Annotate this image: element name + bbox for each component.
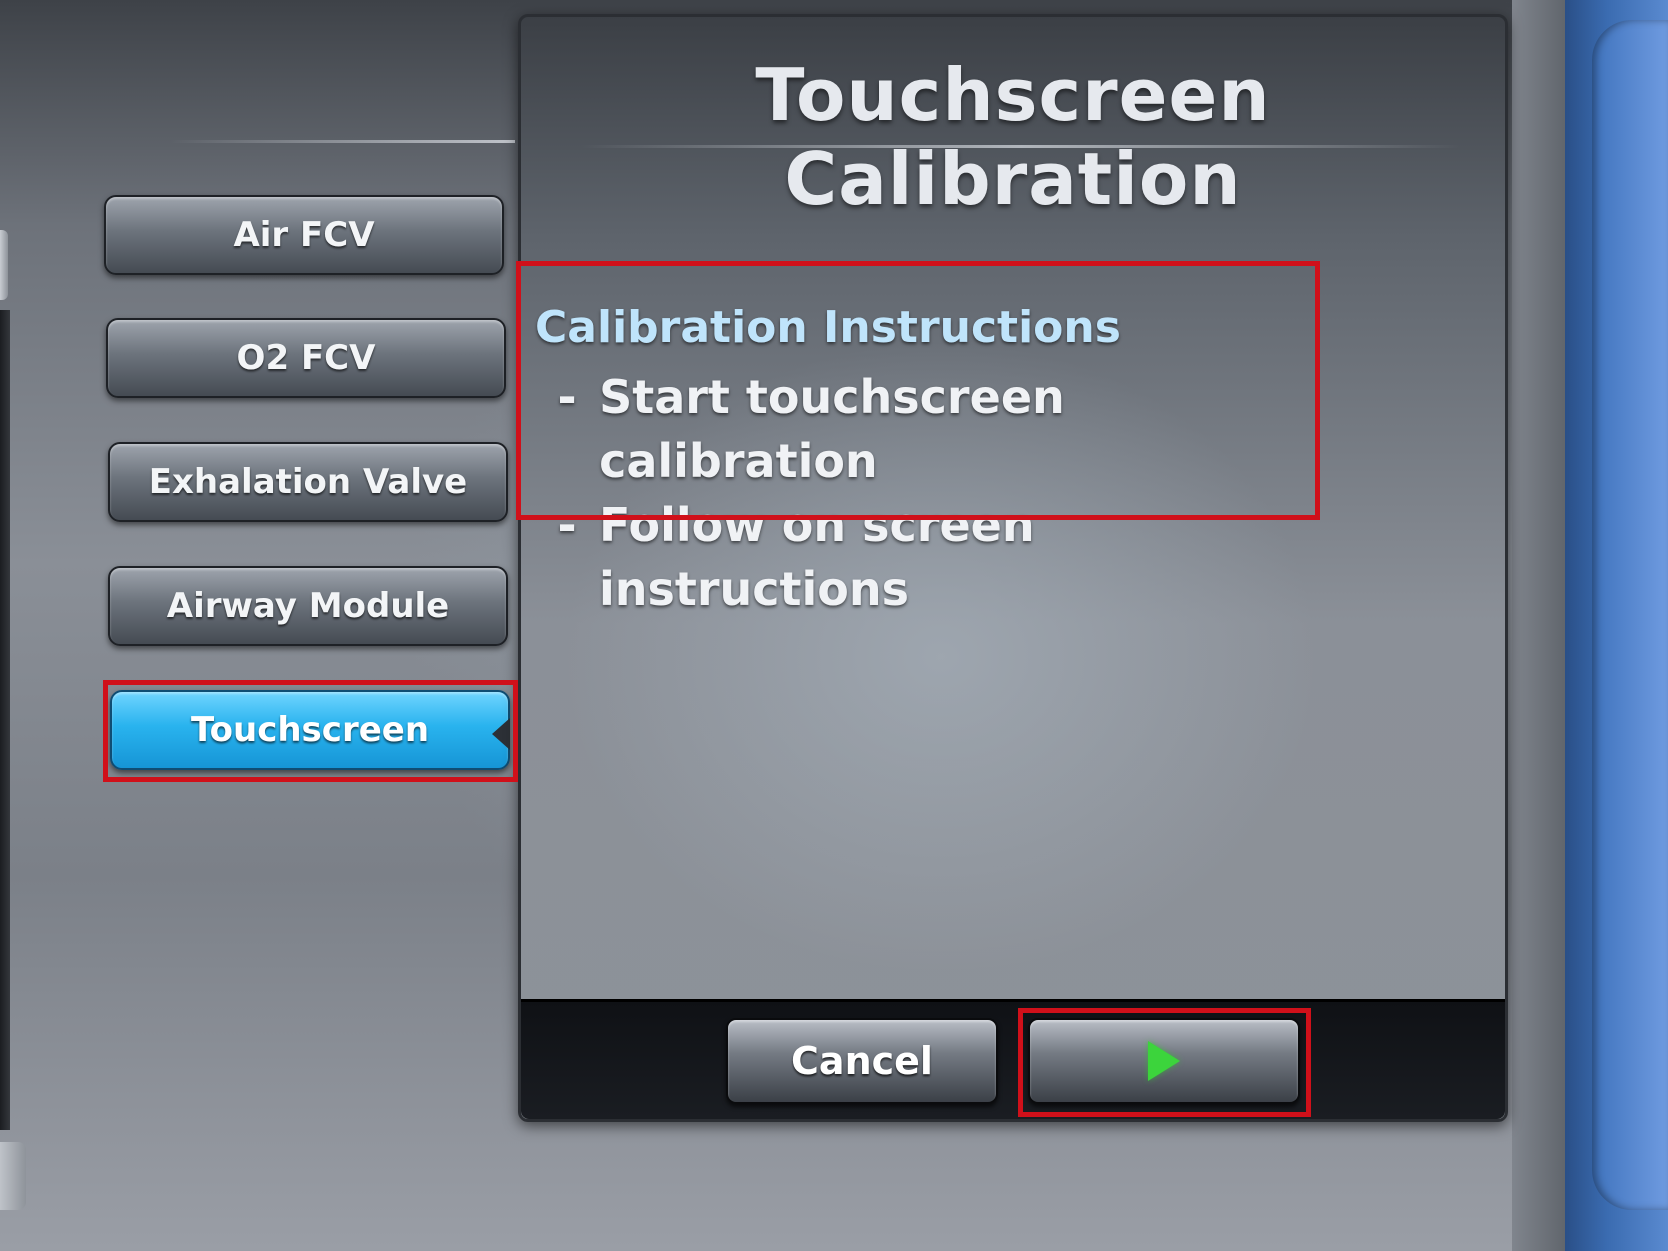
dialog-button-bar: Cancel <box>521 999 1505 1119</box>
cancel-button[interactable]: Cancel <box>726 1018 998 1104</box>
right-blue-panel-button[interactable] <box>1592 20 1668 1210</box>
header-divider <box>170 140 515 143</box>
sidebar-item-label: Exhalation Valve <box>148 462 468 502</box>
left-edge-tab <box>0 230 8 300</box>
sidebar-item-label: Touchscreen <box>190 710 430 750</box>
sidebar-item-air-fcv[interactable]: Air FCV <box>104 195 504 275</box>
cancel-button-label: Cancel <box>791 1039 933 1083</box>
instruction-step-text: Follow on screen instructions <box>598 498 1035 616</box>
sidebar-item-airway-module[interactable]: Airway Module <box>108 566 508 646</box>
sidebar-item-label: Air FCV <box>233 215 375 255</box>
active-item-pointer <box>492 718 510 750</box>
calibration-dialog: Touchscreen Calibration Calibration Inst… <box>518 14 1508 1122</box>
instructions-heading: Calibration Instructions <box>535 302 1121 353</box>
instruction-step-text: Start touchscreen calibration <box>599 370 1065 488</box>
title-divider <box>581 145 1461 148</box>
bullet-dash: - <box>557 370 577 424</box>
sidebar-item-exhalation-valve[interactable]: Exhalation Valve <box>108 442 508 522</box>
play-icon <box>1148 1041 1180 1081</box>
instruction-step: - Start touchscreen calibration <box>535 365 1295 493</box>
right-bezel <box>1512 0 1568 1251</box>
sidebar-item-o2-fcv[interactable]: O2 FCV <box>106 318 506 398</box>
sidebar-item-label: Airway Module <box>166 586 450 626</box>
sidebar-item-touchscreen[interactable]: Touchscreen <box>110 690 510 770</box>
sidebar-item-label: O2 FCV <box>236 338 376 378</box>
left-edge-tab-bottom <box>0 1142 26 1210</box>
bullet-dash: - <box>557 498 577 552</box>
left-edge-panel <box>0 310 10 1130</box>
dialog-title: Touchscreen Calibration <box>755 53 1271 221</box>
start-button[interactable] <box>1028 1018 1300 1104</box>
calibration-instructions: Calibration Instructions - Start touchsc… <box>535 297 1295 621</box>
ventilator-screen: Air FCV O2 FCV Exhalation Valve Airway M… <box>0 0 1668 1251</box>
instruction-step: - Follow on screen instructions <box>535 493 1295 621</box>
